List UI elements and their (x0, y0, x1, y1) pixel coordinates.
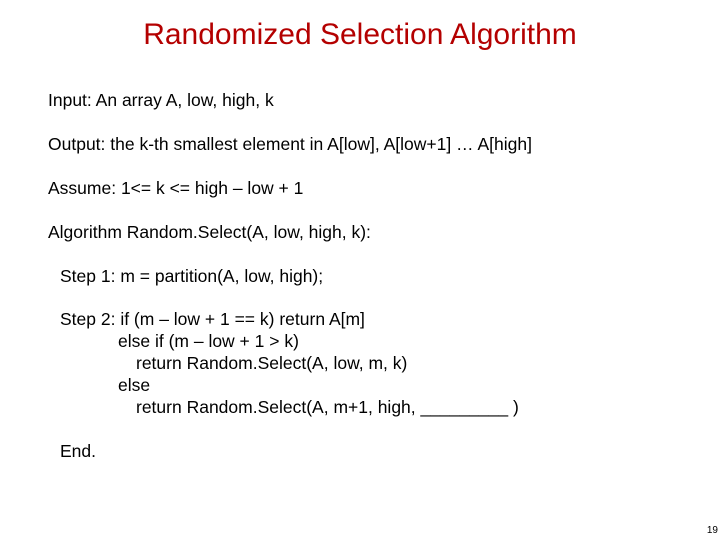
step-2-line-5: return Random.Select(A, m+1, high, _____… (48, 397, 678, 419)
output-line: Output: the k-th smallest element in A[l… (48, 134, 678, 156)
slide-body: Input: An array A, low, high, k Output: … (48, 90, 678, 485)
end-line: End. (48, 441, 678, 463)
step-2-block: Step 2: if (m – low + 1 == k) return A[m… (48, 309, 678, 418)
step-1: Step 1: m = partition(A, low, high); (48, 266, 678, 288)
step-2-line-4: else (48, 375, 678, 397)
slide-title: Randomized Selection Algorithm (0, 18, 720, 52)
step-2-line-3: return Random.Select(A, low, m, k) (48, 353, 678, 375)
assume-line: Assume: 1<= k <= high – low + 1 (48, 178, 678, 200)
step-2-line-2: else if (m – low + 1 > k) (48, 331, 678, 353)
step-2-line-1: Step 2: if (m – low + 1 == k) return A[m… (48, 309, 678, 331)
page-number: 19 (707, 525, 718, 536)
algorithm-header: Algorithm Random.Select(A, low, high, k)… (48, 222, 678, 244)
input-line: Input: An array A, low, high, k (48, 90, 678, 112)
slide: Randomized Selection Algorithm Input: An… (0, 0, 720, 540)
